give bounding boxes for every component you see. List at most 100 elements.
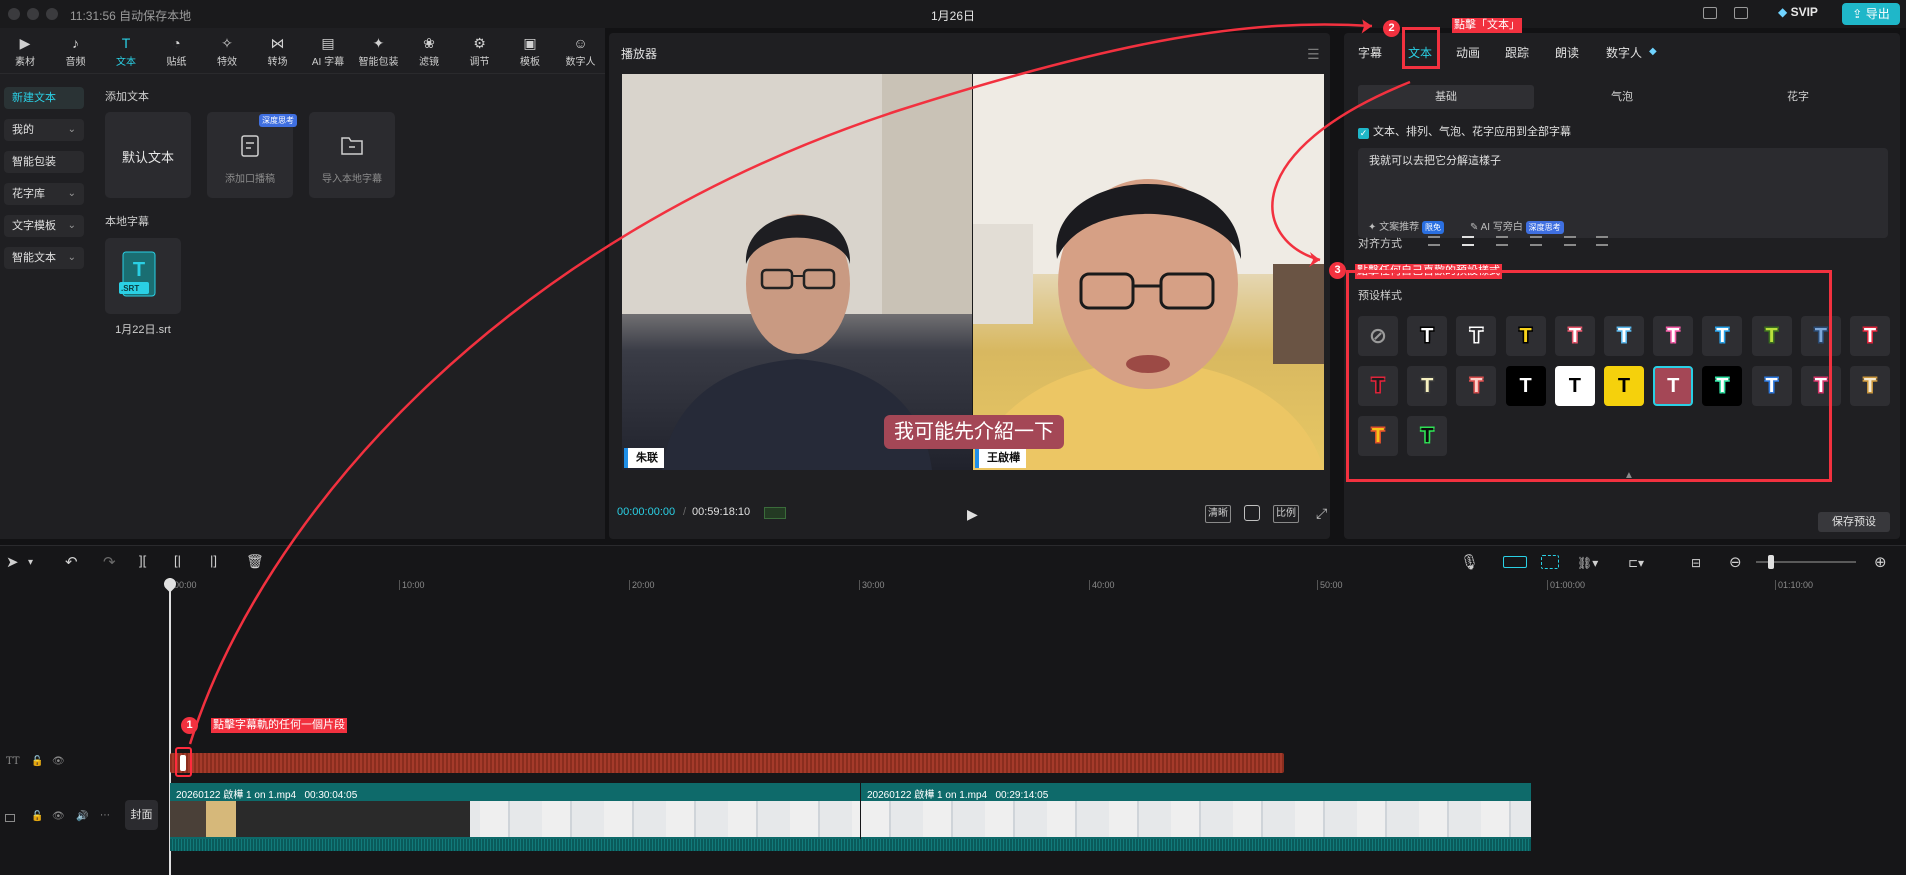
align-center-icon[interactable]: [1462, 236, 1474, 246]
record-voice-icon[interactable]: 🎙: [1460, 553, 1479, 571]
copy-suggest-button[interactable]: ✦ 文案推荐 限免: [1368, 218, 1444, 234]
fit-view-icon[interactable]: [1244, 505, 1260, 521]
add-text-heading: 添加文本: [105, 91, 149, 103]
redo-icon[interactable]: ↷: [103, 553, 116, 571]
delete-icon[interactable]: 🗑: [246, 553, 264, 570]
tab-4[interactable]: 朗读: [1555, 44, 1579, 61]
split-icon[interactable]: ][: [139, 553, 146, 568]
sidebar-item-0[interactable]: 新建文本: [4, 87, 84, 109]
main-track-audio-icon[interactable]: 🔊: [76, 811, 88, 822]
subtab-1[interactable]: 气泡: [1534, 85, 1710, 109]
export-button[interactable]: ⇪ 导出: [1842, 3, 1900, 25]
play-button[interactable]: ▶: [967, 506, 981, 522]
shortcut-icon[interactable]: [1703, 7, 1717, 19]
ruler-tick-label: 50:00: [1317, 580, 1343, 590]
player-menu-icon[interactable]: ☰: [1307, 46, 1320, 63]
sidebar-item-label: 智能文本: [12, 252, 56, 264]
toolbar-text[interactable]: T 文本: [101, 28, 151, 74]
video-clip-1[interactable]: 20260122 啟樺 1 on 1.mp4 00:30:04:05: [170, 783, 860, 839]
toolbar-sticker[interactable]: ◔ 贴纸: [152, 28, 202, 74]
apply-all-checkbox[interactable]: ✓ 文本、排列、气泡、花字应用到全部字幕: [1358, 123, 1571, 139]
clarity-button[interactable]: 清晰: [1205, 505, 1231, 523]
track-lock-icon[interactable]: 🔓: [31, 756, 43, 767]
audio-icon: ♪: [72, 35, 79, 51]
smart-pack-icon: ✦: [372, 35, 385, 51]
main-track-visibility-icon[interactable]: 👁: [52, 811, 65, 822]
toolbar-ai-subtitle[interactable]: ▤ AI 字幕: [303, 28, 353, 74]
subtitle-track[interactable]: [170, 753, 1284, 773]
aspect-ratio-button[interactable]: 比例: [1273, 505, 1299, 523]
layout-icon[interactable]: [1734, 7, 1748, 19]
trim-left-icon[interactable]: [|: [174, 553, 181, 568]
cover-button[interactable]: 封面: [125, 800, 158, 830]
zoom-slider-handle[interactable]: [1768, 555, 1774, 569]
tab-3[interactable]: 跟踪: [1505, 44, 1529, 61]
video-preview[interactable]: 朱联 王啟樺: [622, 74, 1324, 470]
track-visibility-icon[interactable]: 👁: [52, 756, 65, 767]
right-speaker-figure: [973, 74, 1324, 470]
zoom-in-icon[interactable]: ⊕: [1874, 553, 1887, 571]
toolbar-adjust[interactable]: ⚙ 调节: [455, 28, 505, 74]
tab-0[interactable]: 字幕: [1358, 44, 1382, 61]
select-tool-icon[interactable]: ➤: [6, 553, 19, 571]
fullscreen-icon[interactable]: ⤢: [1316, 505, 1327, 522]
align-justify-icon[interactable]: [1530, 236, 1542, 246]
zoom-out-icon[interactable]: ⊖: [1729, 553, 1742, 571]
subtitle-overlay[interactable]: 我可能先介紹一下: [884, 415, 1064, 449]
default-text-card[interactable]: 默认文本: [105, 112, 191, 198]
link-icon[interactable]: ⛓▾: [1577, 556, 1598, 570]
sidebar-item-2[interactable]: 智能包装: [4, 151, 84, 173]
main-track-lock-icon[interactable]: 🔓: [31, 811, 43, 822]
svip-badge[interactable]: ◆ SVIP: [1778, 5, 1818, 23]
preview-axis-icon[interactable]: ⊏▾: [1628, 556, 1644, 570]
timeline-settings-icon[interactable]: ⊟: [1691, 556, 1701, 570]
tab-5[interactable]: 数字人: [1606, 44, 1642, 61]
subtitle-clip-handle[interactable]: [180, 755, 186, 771]
srt-file-card[interactable]: T .SRT: [105, 238, 181, 314]
save-preset-button[interactable]: 保存预设: [1818, 512, 1890, 532]
tab-2[interactable]: 动画: [1456, 44, 1480, 61]
toolbar-smart-pack[interactable]: ✦ 智能包装: [354, 28, 404, 74]
subtab-0[interactable]: 基础: [1358, 85, 1534, 109]
undo-icon[interactable]: ↶: [65, 553, 78, 571]
align-left-icon[interactable]: [1428, 236, 1440, 246]
preset-style-tile[interactable]: T: [1850, 366, 1890, 406]
align-right-icon[interactable]: [1496, 236, 1508, 246]
vertical-align-center-icon[interactable]: [1596, 236, 1608, 246]
window-minimize-button[interactable]: [27, 8, 39, 20]
toolbar-template[interactable]: ▣ 模板: [505, 28, 555, 74]
toolbar-media[interactable]: ▶ 素材: [0, 28, 50, 74]
sparkle-icon: ✦: [1368, 222, 1377, 233]
toolbar-digital-human[interactable]: ☺ 数字人: [556, 28, 606, 74]
add-voiceover-card[interactable]: 深度思考 添加口播稿: [207, 112, 297, 198]
import-local-subtitle-card[interactable]: 导入本地字幕: [309, 112, 395, 198]
effects-icon: ✧: [221, 35, 233, 51]
toolbar-label: 文本: [116, 57, 136, 68]
digital-human-diamond-icon: ◆: [1649, 46, 1657, 57]
toolbar-effects[interactable]: ✧ 特效: [202, 28, 252, 74]
main-track-more-icon[interactable]: ⋯: [100, 810, 110, 821]
vertical-align-top-icon[interactable]: [1564, 236, 1576, 246]
select-tool-chevron-icon[interactable]: ▾: [28, 557, 33, 568]
toolbar-filter[interactable]: ❀ 滤镜: [404, 28, 454, 74]
subtab-2[interactable]: 花字: [1710, 85, 1886, 109]
ruler-tick-label: 10:00: [399, 580, 425, 590]
trim-right-icon[interactable]: |]: [210, 553, 217, 568]
sidebar-item-3[interactable]: 花字库 ⌄: [4, 183, 84, 205]
step-2-highlight: [1402, 27, 1440, 69]
time-ruler[interactable]: 00:00 10:00 20:00 30:00 40:00 50:00 01:00:00 01…: [170, 580, 1906, 592]
toolbar-transition[interactable]: ⋈ 转场: [253, 28, 303, 74]
main-track-magnet-icon[interactable]: [1503, 556, 1527, 568]
ai-write-label: AI 写旁白: [1480, 222, 1523, 233]
sidebar-item-4[interactable]: 文字模板 ⌄: [4, 215, 84, 237]
ai-write-narration-button[interactable]: ✎ AI 写旁白 深度思考: [1470, 218, 1564, 234]
video-clip-2[interactable]: 20260122 啟樺 1 on 1.mp4 00:29:14:05: [861, 783, 1531, 839]
auto-snap-icon[interactable]: [1541, 555, 1559, 569]
toolbar-label: 素材: [15, 57, 35, 68]
window-zoom-button[interactable]: [46, 8, 58, 20]
preset-style-tile[interactable]: T: [1850, 316, 1890, 356]
sidebar-item-5[interactable]: 智能文本 ⌄: [4, 247, 84, 269]
window-close-button[interactable]: [8, 8, 20, 20]
toolbar-audio[interactable]: ♪ 音频: [51, 28, 101, 74]
sidebar-item-1[interactable]: 我的 ⌄: [4, 119, 84, 141]
